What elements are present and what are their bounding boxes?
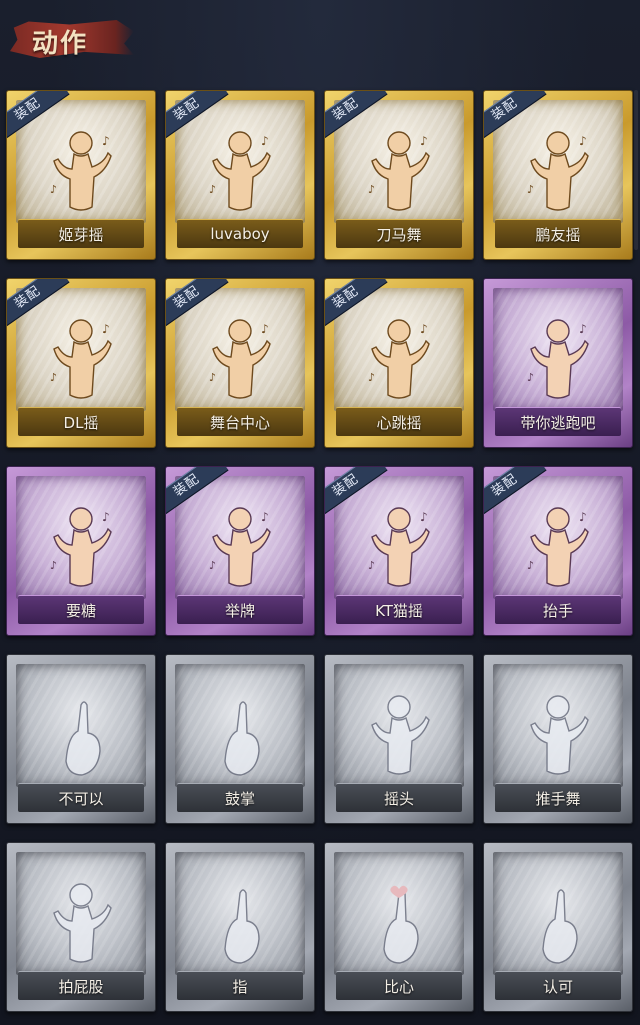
emote-card[interactable]: 推手舞 (483, 654, 633, 824)
emote-card[interactable]: ♪ ♪ 装配 鹏友摇 (483, 90, 633, 260)
emote-card[interactable]: ♪ ♪ 装配 举牌 (165, 466, 315, 636)
dance-figure-icon: ♪ ♪ (366, 315, 432, 405)
emote-name: 刀马舞 (336, 219, 462, 248)
emote-name: 姬芽摇 (18, 219, 144, 248)
emote-card[interactable]: 不可以 (6, 654, 156, 824)
svg-text:♪: ♪ (50, 183, 57, 196)
svg-text:♪: ♪ (209, 371, 216, 384)
svg-text:♪: ♪ (50, 559, 57, 572)
svg-text:♪: ♪ (261, 134, 269, 148)
emote-card[interactable]: ♪ ♪ 装配 luvaboy (165, 90, 315, 260)
svg-text:♪: ♪ (420, 134, 428, 148)
dance-figure-icon: ♪ ♪ (366, 503, 432, 593)
scrollbar[interactable] (634, 90, 638, 250)
emote-name: 要糖 (18, 595, 144, 624)
emote-card[interactable]: ♪ ♪ 装配 KT猫摇 (324, 466, 474, 636)
svg-text:♪: ♪ (420, 322, 428, 336)
dance-figure-icon: ♪ ♪ (207, 315, 273, 405)
dance-figure-icon: ♪ ♪ (48, 127, 114, 217)
svg-text:♪: ♪ (50, 371, 57, 384)
emote-name: 推手舞 (495, 783, 621, 812)
svg-text:♪: ♪ (527, 183, 534, 196)
emote-name: 鹏友摇 (495, 219, 621, 248)
emote-name: 摇头 (336, 783, 462, 812)
svg-text:♪: ♪ (368, 183, 375, 196)
emote-grid: ♪ ♪ 装配 姬芽摇 ♪ ♪ 装配 luvaboy ♪ ♪ 装配 刀马舞 ♪ ♪ 装配 鹏友摇 ♪ ♪ 装配 DL摇 ♪… (6, 90, 634, 1014)
emote-name: KT猫摇 (336, 595, 462, 624)
emote-card[interactable]: ♪ ♪ 要糖 (6, 466, 156, 636)
pointing-hand-icon (207, 879, 273, 969)
svg-text:♪: ♪ (209, 559, 216, 572)
emote-card[interactable]: 指 (165, 842, 315, 1012)
svg-text:♪: ♪ (527, 559, 534, 572)
emote-name: 比心 (336, 971, 462, 1000)
dance-figure-icon: ♪ ♪ (48, 315, 114, 405)
sign-figure-icon: ♪ ♪ (207, 503, 273, 593)
section-title: 动作 (32, 29, 89, 59)
emote-name: 带你逃跑吧 (495, 407, 621, 436)
emote-name: 心跳摇 (336, 407, 462, 436)
clap-hands-icon (207, 691, 273, 781)
svg-text:♪: ♪ (527, 371, 534, 384)
dance-figure-icon: ♪ ♪ (366, 127, 432, 217)
emote-card[interactable]: ♪ ♪ 装配 抬手 (483, 466, 633, 636)
emote-name: 认可 (495, 971, 621, 1000)
raise-hand-figure-icon: ♪ ♪ (525, 503, 591, 593)
emote-name: 举牌 (177, 595, 303, 624)
emote-name: 抬手 (495, 595, 621, 624)
svg-text:♪: ♪ (420, 510, 428, 524)
bent-figure-icon (48, 879, 114, 969)
dance-figure-icon: ♪ ♪ (207, 127, 273, 217)
dance-figure-icon: ♪ ♪ (525, 127, 591, 217)
svg-text:♪: ♪ (579, 134, 587, 148)
emote-name: 鼓掌 (177, 783, 303, 812)
finger-heart-icon (366, 879, 432, 969)
thumbs-up-icon (525, 879, 591, 969)
emote-name: 舞台中心 (177, 407, 303, 436)
emote-card[interactable]: ♪ ♪ 装配 心跳摇 (324, 278, 474, 448)
emote-card[interactable]: 认可 (483, 842, 633, 1012)
emote-name: 拍屁股 (18, 971, 144, 1000)
push-hands-figure-icon (525, 691, 591, 781)
svg-text:♪: ♪ (102, 510, 110, 524)
emote-name: luvaboy (177, 219, 303, 248)
emote-card[interactable]: 鼓掌 (165, 654, 315, 824)
section-header: 动作 (10, 14, 134, 62)
svg-text:♪: ♪ (368, 371, 375, 384)
svg-text:♪: ♪ (368, 559, 375, 572)
emote-name: DL摇 (18, 407, 144, 436)
svg-text:♪: ♪ (579, 322, 587, 336)
svg-text:♪: ♪ (209, 183, 216, 196)
emote-name: 指 (177, 971, 303, 1000)
finger-wag-icon (48, 691, 114, 781)
svg-text:♪: ♪ (102, 322, 110, 336)
reaching-figure-icon: ♪ ♪ (48, 503, 114, 593)
emote-card[interactable]: ♪ ♪ 装配 舞台中心 (165, 278, 315, 448)
emote-card[interactable]: ♪ ♪ 装配 刀马舞 (324, 90, 474, 260)
emote-name: 不可以 (18, 783, 144, 812)
svg-text:♪: ♪ (579, 510, 587, 524)
emote-card[interactable]: 摇头 (324, 654, 474, 824)
emote-card[interactable]: ♪ ♪ 装配 DL摇 (6, 278, 156, 448)
emote-card[interactable]: ♪ ♪ 带你逃跑吧 (483, 278, 633, 448)
emote-card[interactable]: 比心 (324, 842, 474, 1012)
pointing-figure-icon: ♪ ♪ (525, 315, 591, 405)
svg-text:♪: ♪ (261, 510, 269, 524)
shake-head-figure-icon (366, 691, 432, 781)
svg-text:♪: ♪ (261, 322, 269, 336)
emote-card[interactable]: ♪ ♪ 装配 姬芽摇 (6, 90, 156, 260)
svg-text:♪: ♪ (102, 134, 110, 148)
emote-card[interactable]: 拍屁股 (6, 842, 156, 1012)
